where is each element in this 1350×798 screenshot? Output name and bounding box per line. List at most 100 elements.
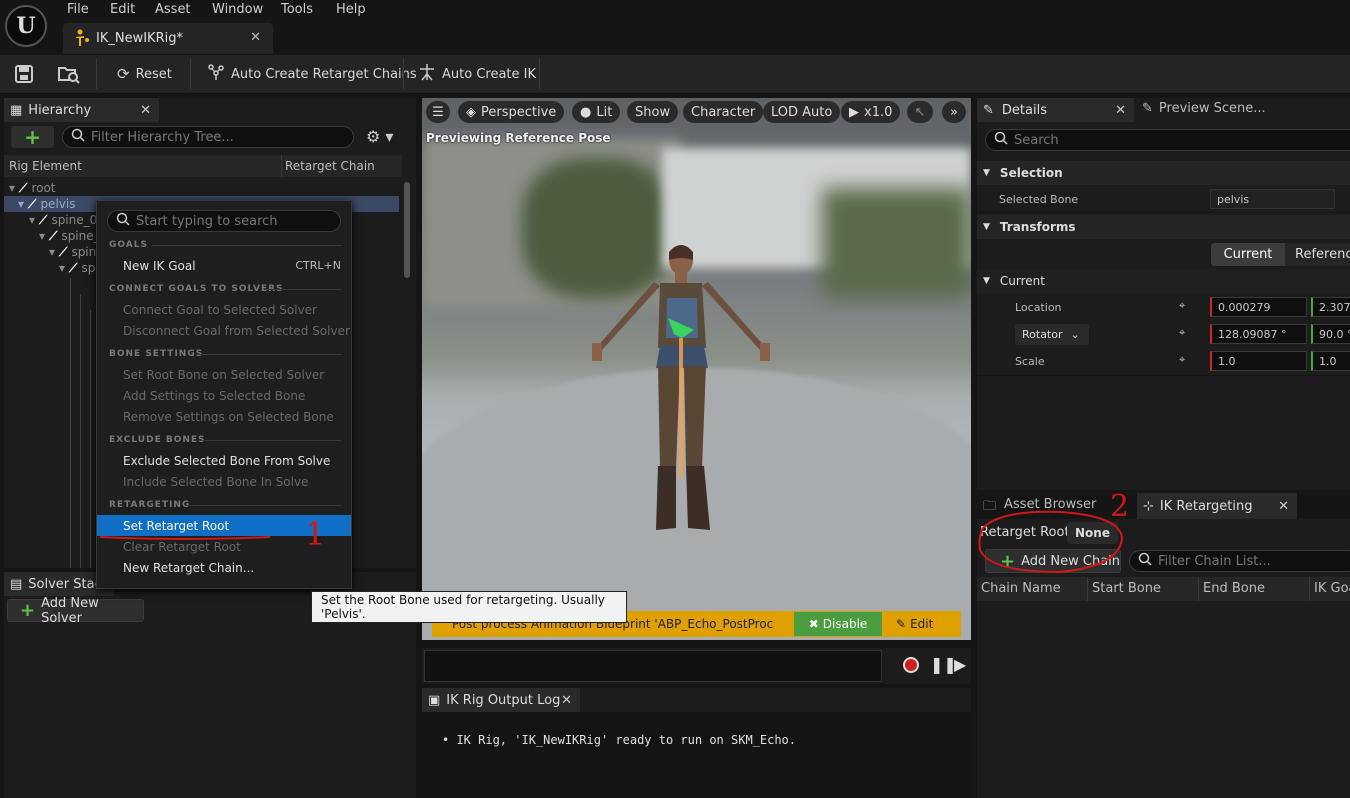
toolbar: ⟳ Reset Auto Create Retarget Chains Auto… [0, 55, 1350, 94]
menu-edit[interactable]: Edit [106, 2, 139, 17]
save-icon[interactable] [14, 64, 34, 87]
show-button[interactable]: Show [627, 101, 679, 123]
location-x-field[interactable]: 0.000279 [1210, 297, 1307, 317]
col-ik-goal[interactable]: IK Goal [1314, 581, 1350, 596]
menu-file[interactable]: File [63, 2, 93, 17]
reset-to-default-icon[interactable]: ⌖ [1179, 326, 1185, 340]
settings-gear-icon[interactable]: ⚙ ▾ [366, 127, 393, 146]
menu-item-new-retarget-chain[interactable]: New Retarget Chain... [97, 557, 351, 578]
asset-browser-tab[interactable]: 🗀 Asset Browser [983, 497, 1096, 519]
scale-row: Scale ⌖ 1.0 1.0 [977, 348, 1350, 376]
menu-header-retargeting: RETARGETING [109, 500, 191, 510]
menu-search-input[interactable]: Start typing to search [107, 210, 341, 232]
menu-item-exclude-bone[interactable]: Exclude Selected Bone From Solve [97, 450, 351, 471]
add-element-button[interactable]: + [11, 125, 54, 149]
col-end-bone[interactable]: End Bone [1203, 581, 1265, 596]
context-menu: Start typing to search GOALS New IK Goal… [96, 200, 352, 589]
ik-retargeting-tab[interactable]: ⊹ IK Retargeting ✕ [1137, 493, 1297, 519]
menu-item-connect-goal[interactable]: Connect Goal to Selected Solver [97, 299, 351, 320]
unreal-logo-icon[interactable]: U [5, 5, 47, 47]
lod-button[interactable]: LOD Auto [763, 101, 841, 123]
close-icon[interactable]: ✕ [250, 30, 261, 45]
rotator-dropdown[interactable]: Rotator ⌄ [1015, 324, 1089, 345]
menu-asset[interactable]: Asset [151, 2, 195, 17]
document-tab[interactable]: IK_NewIKRig* ✕ [63, 23, 273, 54]
details-tab[interactable]: ✎ Details ✕ [977, 98, 1134, 122]
reset-to-default-icon[interactable]: ⌖ [1179, 299, 1185, 313]
location-y-field[interactable]: 2.3079 [1311, 297, 1350, 317]
tree-item-root[interactable]: ▾ ⟋ root [9, 180, 56, 196]
close-icon[interactable]: ✕ [1278, 499, 1289, 514]
lit-button[interactable]: ● Lit [572, 101, 621, 123]
menu-item-disconnect-goal[interactable]: Disconnect Goal from Selected Solver [97, 320, 351, 341]
menu-item-remove-settings[interactable]: Remove Settings on Selected Bone [97, 406, 351, 427]
step-forward-icon[interactable]: ▶ [954, 655, 966, 674]
menu-item-include-bone[interactable]: Include Selected Bone In Solve [97, 471, 351, 492]
col-retarget-chain[interactable]: Retarget Chain [285, 159, 375, 173]
output-log-tab[interactable]: ▣ IK Rig Output Log ✕ [422, 688, 580, 712]
timeline-scrubber[interactable] [424, 650, 882, 682]
current-toggle[interactable]: Current [1211, 243, 1285, 266]
pause-icon[interactable]: ❚❚ [930, 655, 957, 674]
viewport[interactable]: ☰ ◈ Perspective ● Lit Show Character LOD A… [422, 98, 971, 640]
pencil-icon: ✎ [896, 617, 907, 631]
col-rig-element[interactable]: Rig Element [9, 159, 82, 173]
scale-y-field[interactable]: 1.0 [1311, 351, 1350, 371]
selection-section[interactable]: ▼ Selection [977, 161, 1350, 185]
close-icon[interactable]: ✕ [561, 693, 572, 708]
selected-bone-field[interactable]: pelvis [1210, 189, 1335, 209]
hierarchy-search-input[interactable]: Filter Hierarchy Tree... [62, 126, 354, 148]
menu-help[interactable]: Help [332, 2, 370, 17]
close-icon[interactable]: ✕ [140, 103, 151, 118]
rotation-x-field[interactable]: 128.09087 ° [1210, 324, 1307, 344]
menu-item-new-ik-goal[interactable]: New IK Goal CTRL+N [97, 255, 351, 276]
rotation-y-field[interactable]: 90.0 ° [1311, 324, 1350, 344]
reset-button[interactable]: ⟳ Reset [117, 63, 172, 85]
chain-table-header: Chain Name Start Bone End Bone IK Goal [977, 577, 1350, 601]
auto-create-retarget-chains-button[interactable]: Auto Create Retarget Chains [207, 63, 417, 85]
chain-filter-input[interactable]: Filter Chain List... [1129, 550, 1350, 572]
character-mesh[interactable] [582, 238, 782, 538]
menu-item-add-settings[interactable]: Add Settings to Selected Bone [97, 385, 351, 406]
record-icon[interactable] [903, 657, 919, 673]
disable-button[interactable]: ✖ Disable [794, 612, 882, 636]
character-button[interactable]: Character [683, 101, 764, 123]
play-speed-button[interactable]: ▶ x1.0 [841, 101, 901, 123]
retarget-root-value[interactable]: None [1067, 522, 1118, 544]
bone-icon: ⟋ [49, 228, 58, 243]
title-bar: U File Edit Asset Window Tools Help IK_N… [0, 0, 1350, 55]
browse-asset-icon[interactable] [57, 64, 81, 87]
menu-item-clear-retarget-root[interactable]: Clear Retarget Root [97, 536, 351, 557]
reset-to-default-icon[interactable]: ⌖ [1179, 353, 1185, 367]
add-new-chain-button[interactable]: + Add New Chain [985, 549, 1121, 573]
add-new-solver-button[interactable]: + Add New Solver [7, 596, 144, 626]
reference-toggle[interactable]: Reference [1285, 243, 1350, 266]
perspective-button[interactable]: ◈ Perspective [458, 101, 565, 123]
pencil-icon: ✎ [1142, 101, 1153, 116]
col-chain-name[interactable]: Chain Name [981, 581, 1061, 596]
current-subsection[interactable]: ▼ Current [977, 269, 1350, 293]
close-icon[interactable]: ✕ [1115, 103, 1126, 118]
menu-header-exclude-bones: EXCLUDE BONES [109, 435, 206, 445]
menu-header-goals: GOALS [109, 240, 148, 250]
menu-item-set-root-bone[interactable]: Set Root Bone on Selected Solver [97, 364, 351, 385]
hierarchy-scrollbar[interactable] [404, 182, 410, 278]
more-options-button[interactable]: » [942, 101, 966, 123]
menu-tools[interactable]: Tools [277, 2, 317, 17]
details-search-input[interactable]: Search [985, 129, 1350, 151]
col-start-bone[interactable]: Start Bone [1092, 581, 1161, 596]
menu-window[interactable]: Window [208, 2, 267, 17]
ik-retargeting-panel: 🗀 Asset Browser ⊹ IK Retargeting ✕ Retarg… [977, 493, 1350, 798]
edit-button[interactable]: ✎ Edit [896, 617, 933, 631]
preview-scene-tab[interactable]: ✎ Preview Scene... [1142, 101, 1266, 116]
menu-item-set-retarget-root[interactable]: Set Retarget Root [97, 515, 351, 536]
scale-x-field[interactable]: 1.0 [1210, 351, 1307, 371]
tree-item-spine-0[interactable]: ▾ ⟋ spine_0 [29, 212, 97, 228]
viewport-menu-button[interactable]: ☰ [426, 101, 450, 123]
hierarchy-tab[interactable]: ▦ Hierarchy ✕ [4, 98, 159, 122]
auto-create-ik-button[interactable]: Auto Create IK [418, 63, 536, 85]
folder-icon: 🗀 [983, 499, 997, 514]
select-mode-button[interactable]: ↖ [907, 101, 933, 123]
tree-item-pelvis[interactable]: ▾ ⟋ pelvis [18, 196, 75, 212]
transforms-section[interactable]: ▼ Transforms [977, 215, 1350, 239]
